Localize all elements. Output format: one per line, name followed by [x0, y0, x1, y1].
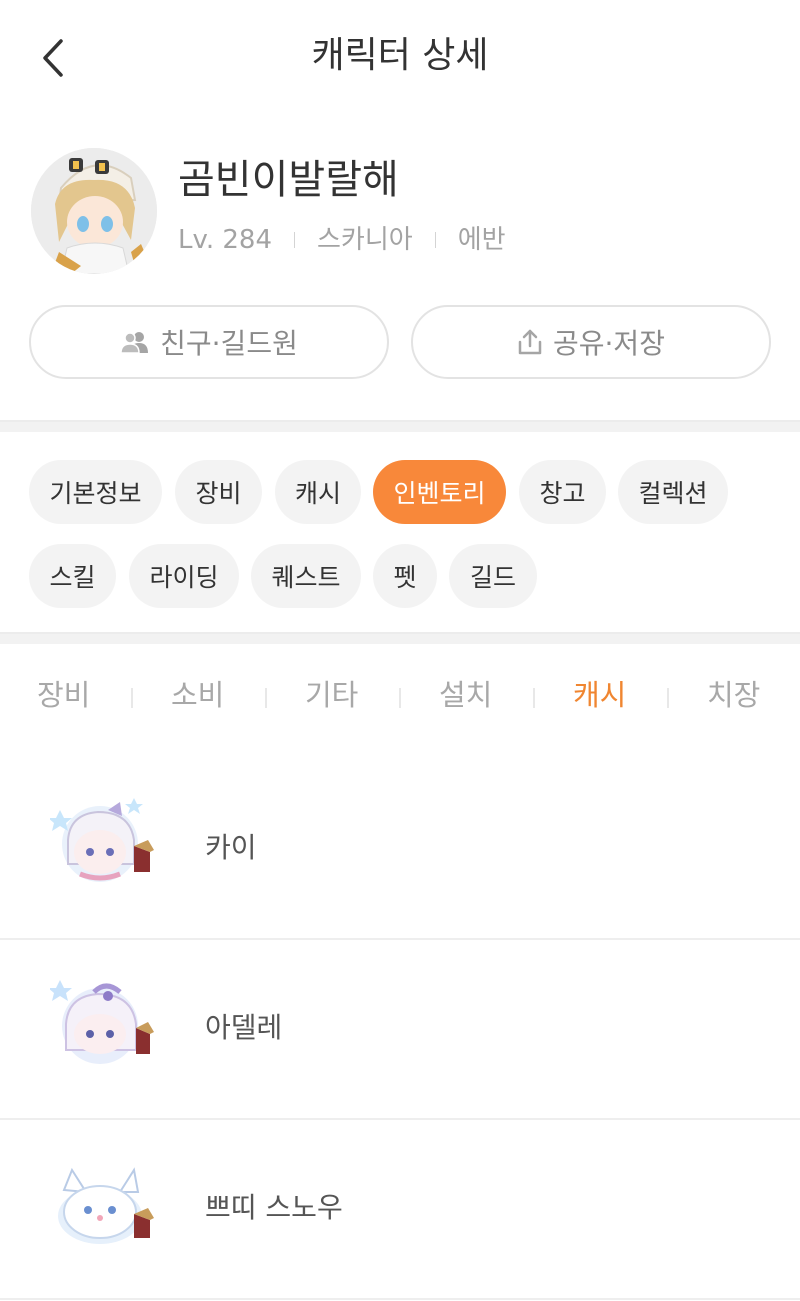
list-item[interactable]: 카이 — [0, 760, 800, 940]
list-item[interactable]: 아델레 — [0, 940, 800, 1120]
pet-kai-icon — [50, 798, 154, 882]
category-tabs: 기본정보 장비 캐시 인벤토리 창고 컬렉션 스킬 라이딩 퀘스트 펫 길드 — [0, 434, 800, 632]
friends-guild-button[interactable]: 친구·길드원 — [29, 305, 389, 379]
people-icon — [120, 332, 149, 354]
subtab-divider — [667, 688, 669, 708]
tab-label: 라이딩 — [149, 563, 219, 592]
share-save-button[interactable]: 공유·저장 — [411, 305, 771, 379]
subtab-consume[interactable]: 소비 — [171, 672, 224, 718]
tab-cash[interactable]: 캐시 — [275, 460, 361, 524]
subtab-setup[interactable]: 설치 — [439, 672, 492, 718]
tab-pet[interactable]: 펫 — [373, 544, 437, 608]
subtab-divider — [399, 688, 401, 708]
tab-label: 퀘스트 — [271, 563, 341, 592]
tab-label: 길드 — [469, 563, 516, 592]
subtab-divider — [131, 688, 133, 708]
character-avatar — [31, 148, 157, 274]
inventory-subtabs: 장비 소비 기타 설치 캐시 치장 — [0, 650, 800, 740]
tab-label: 펫 — [393, 563, 417, 592]
meta-divider — [294, 232, 296, 248]
share-save-label: 공유·저장 — [553, 327, 665, 360]
tab-quest[interactable]: 퀘스트 — [251, 544, 361, 608]
section-divider — [0, 632, 800, 644]
character-name: 곰빈이발랄해 — [178, 157, 399, 203]
tab-guild[interactable]: 길드 — [449, 544, 537, 608]
character-meta: Lv. 284 스카니아 에반 — [178, 220, 506, 260]
subtab-etc[interactable]: 기타 — [305, 672, 358, 718]
section-divider — [0, 420, 800, 432]
pet-snow-fox-icon — [58, 1167, 154, 1244]
character-sprite-icon — [31, 148, 157, 274]
tab-storage[interactable]: 창고 — [519, 460, 606, 524]
tab-inventory[interactable]: 인벤토리 — [373, 460, 506, 524]
character-job: 에반 — [457, 225, 506, 255]
friends-guild-label: 친구·길드원 — [160, 327, 298, 360]
header-bar: 캐릭터 상세 — [0, 0, 800, 112]
subtab-divider — [265, 688, 267, 708]
tab-collection[interactable]: 컬렉션 — [618, 460, 728, 524]
tab-equipment[interactable]: 장비 — [175, 460, 262, 524]
list-item[interactable]: 쁘띠 스노우 — [0, 1120, 800, 1300]
tab-label: 스킬 — [49, 563, 96, 592]
item-name: 쁘띠 스노우 — [205, 1191, 343, 1224]
character-world: 스카니아 — [317, 225, 413, 255]
tab-label: 인벤토리 — [393, 479, 486, 508]
item-name: 카이 — [205, 831, 257, 864]
share-icon — [518, 329, 542, 355]
pet-adele-icon — [50, 980, 154, 1064]
character-level: Lv. 284 — [178, 225, 273, 255]
tab-skill[interactable]: 스킬 — [29, 544, 116, 608]
subtab-equipment[interactable]: 장비 — [37, 672, 90, 718]
subtab-cash[interactable]: 캐시 — [573, 672, 626, 718]
meta-divider — [434, 232, 436, 248]
character-profile: 곰빈이발랄해 Lv. 284 스카니아 에반 친구·길드원 공유·저장 — [0, 112, 800, 422]
tab-basic-info[interactable]: 기본정보 — [29, 460, 162, 524]
tab-riding[interactable]: 라이딩 — [129, 544, 239, 608]
subtab-divider — [533, 688, 535, 708]
page-title: 캐릭터 상세 — [311, 35, 489, 76]
tab-label: 컬렉션 — [638, 479, 708, 508]
tab-label: 장비 — [195, 479, 242, 508]
item-name: 아델레 — [205, 1011, 283, 1044]
subtab-decoration[interactable]: 치장 — [707, 672, 760, 718]
tab-label: 기본정보 — [49, 479, 142, 508]
tab-label: 캐시 — [294, 479, 341, 508]
tab-label: 창고 — [539, 479, 586, 508]
